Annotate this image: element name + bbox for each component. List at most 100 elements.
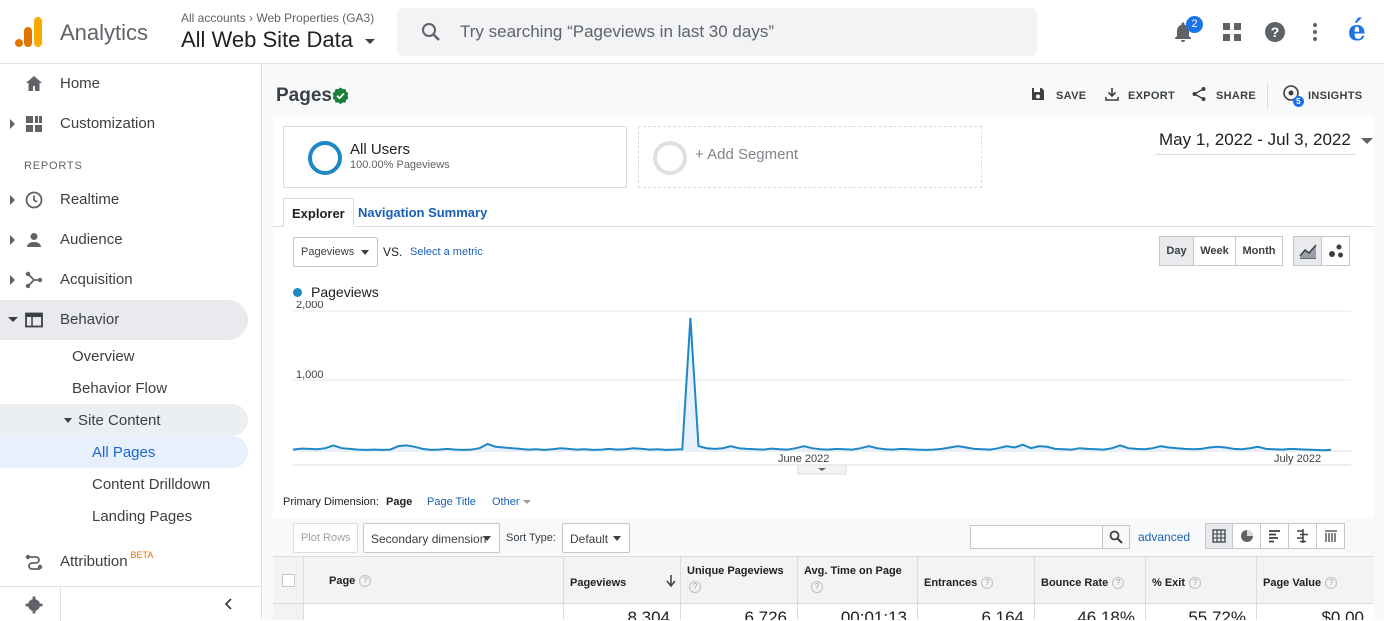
export-label: EXPORT [1128,90,1176,102]
column-header-bounce-rate[interactable]: Bounce Rate? [1034,557,1145,605]
view-selector[interactable]: All Web Site Data [181,27,376,53]
percentage-view-button[interactable] [1234,524,1261,548]
column-header-label: Unique Pageviews [687,565,784,577]
account-avatar[interactable]: é [1348,14,1366,47]
sort-type-dropdown[interactable]: Default [562,523,630,553]
sidebar-item-customization[interactable]: Customization [0,104,248,144]
gear-icon[interactable] [24,595,44,615]
sidebar-item-realtime[interactable]: Realtime [0,180,248,220]
column-header-entrances[interactable]: Entrances? [917,557,1034,605]
date-range-picker[interactable]: May 1, 2022 - Jul 3, 2022 [1159,130,1373,150]
sidebar-item-attribution[interactable]: Attribution BETA [0,542,248,582]
primary-dimension-other[interactable]: Other [492,496,531,508]
motion-chart-button[interactable] [1321,236,1350,266]
date-range-label: May 1, 2022 - Jul 3, 2022 [1159,130,1351,149]
home-icon [26,76,42,91]
search-placeholder: Try searching “Pageviews in last 30 days… [460,22,775,41]
caret-right-icon [10,235,15,245]
exit-cell: 55.72% [1145,604,1256,620]
collapse-chevron-left-icon[interactable] [222,597,236,611]
help-icon[interactable]: ? [1189,577,1202,590]
save-icon [1032,88,1044,100]
search-box[interactable]: Try searching “Pageviews in last 30 days… [397,8,1037,56]
advanced-filter-link[interactable]: advanced [1138,530,1190,544]
chart-resize-handle[interactable] [797,464,847,475]
column-header-pageviews[interactable]: Pageviews [563,557,680,605]
caret-down-icon [613,536,621,541]
sidebar-item-all-pages[interactable]: All Pages [0,436,248,468]
help-icon[interactable]: ? [1263,20,1287,44]
download-icon [1105,88,1119,101]
help-icon[interactable]: ? [689,581,701,593]
plot-rows-button[interactable]: Plot Rows [293,523,358,553]
line-chart-button[interactable] [1293,236,1322,266]
segment-name: All Users [350,141,411,158]
account-breadcrumb[interactable]: All accounts › Web Properties (GA3) [181,11,374,25]
unique-pageviews-cell: 6,726 [680,604,797,620]
primary-dimension-page-title[interactable]: Page Title [427,496,476,508]
table-grid-icon [1212,529,1226,543]
bubble-chart-icon [1329,244,1343,258]
caret-down-icon [1360,137,1373,144]
column-header-unique-pageviews[interactable]: Unique Pageviews? [680,557,797,605]
crumb-accounts[interactable]: All accounts [181,11,246,25]
sidebar-item-acquisition[interactable]: Acquisition [0,260,248,300]
metric-dropdown-label: Pageviews [301,246,355,258]
week-button[interactable]: Week [1193,236,1236,266]
sidebar-item-label: Customization [60,115,156,132]
more-vert-icon[interactable] [1303,20,1327,44]
sidebar-item-overview[interactable]: Overview [72,340,248,372]
merge-icon [25,271,43,289]
comparison-icon [1297,529,1308,543]
pie-chart-icon [1241,530,1253,542]
pageviews-line-chart[interactable]: 2,000 1,000 June 2022 July 2022 [293,301,1351,496]
analytics-logo-icon[interactable] [14,16,44,48]
column-header-page-value[interactable]: Page Value? [1256,557,1374,605]
primary-dimension-page[interactable]: Page [386,496,412,508]
help-icon[interactable]: ? [1112,577,1125,590]
insights-label: INSIGHTS [1308,90,1363,102]
crumb-property[interactable]: Web Properties (GA3) [256,11,374,25]
sidebar-item-home[interactable]: Home [0,64,248,104]
sidebar-item-behavior[interactable]: Behavior [0,300,248,340]
segment-all-users[interactable]: All Users 100.00% Pageviews [283,126,627,188]
pivot-view-button[interactable] [1318,524,1345,548]
column-header-avg-time[interactable]: Avg. Time on Page? [797,557,917,605]
sidebar-item-landing-pages[interactable]: Landing Pages [92,500,248,532]
sidebar-footer [0,586,262,621]
column-header-page[interactable]: Page? [303,557,563,605]
sidebar-item-site-content[interactable]: Site Content [0,404,248,436]
day-button[interactable]: Day [1159,236,1194,266]
table-filter-search-button[interactable] [1102,526,1129,548]
metric-dropdown[interactable]: Pageviews [293,237,378,267]
select-all-checkbox[interactable] [282,574,295,587]
sort-type-label: Sort Type: [506,532,556,544]
month-button[interactable]: Month [1235,236,1283,266]
sidebar-item-behavior-flow[interactable]: Behavior Flow [72,372,248,404]
app-name: Analytics [60,20,149,45]
data-table-view-button[interactable] [1206,524,1233,548]
attribution-icon [25,554,43,570]
svg-text:?: ? [1271,24,1280,40]
entrances-cell: 6,164 [917,604,1034,620]
select-metric-link[interactable]: Select a metric [410,246,483,258]
help-icon[interactable]: ? [981,577,994,590]
secondary-dimension-dropdown[interactable]: Secondary dimension [363,523,500,553]
column-header-exit[interactable]: % Exit? [1145,557,1256,605]
apps-grid-icon[interactable] [1220,20,1244,44]
sidebar-item-content-drilldown[interactable]: Content Drilldown [92,468,248,500]
legend-label-pageviews: Pageviews [311,284,379,300]
caret-down-icon [64,418,72,423]
table-header: Page? Pageviews Unique Pageviews? Avg. T… [273,556,1374,605]
help-icon[interactable]: ? [359,575,372,588]
comparison-view-button[interactable] [1290,524,1317,548]
performance-view-button[interactable] [1262,524,1289,548]
tab-navigation-summary[interactable]: Navigation Summary [350,198,495,227]
add-segment-button[interactable]: + Add Segment [638,126,982,188]
help-icon[interactable]: ? [1325,577,1338,590]
tab-explorer[interactable]: Explorer [283,198,354,227]
table-filter-input[interactable] [970,525,1130,549]
help-icon[interactable]: ? [811,581,823,593]
sidebar-item-audience[interactable]: Audience [0,220,248,260]
sort-down-arrow-icon [666,575,676,587]
